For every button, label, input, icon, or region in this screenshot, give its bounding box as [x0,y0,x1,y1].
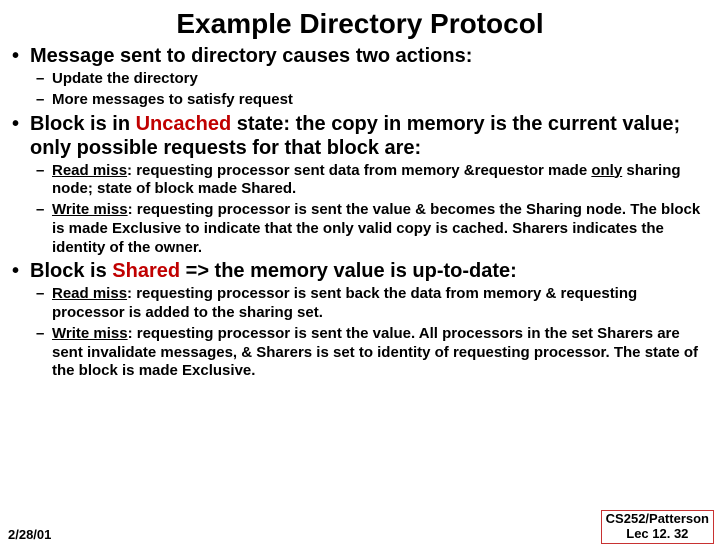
footer-course-box: CS252/Patterson Lec 12. 32 [601,510,714,544]
bullet-shared: Block is Shared => the memory value is u… [30,259,710,283]
sub-uncached-write-miss: Write miss: requesting processor is sent… [52,201,708,257]
shared-post: => the memory value is up-to-date: [180,260,517,282]
sub-more-messages: More messages to satisfy request [52,91,708,110]
footer-course: CS252/Patterson [606,511,709,526]
read-miss-text: : requesting processor sent data from me… [127,162,591,179]
write-miss-label: Write miss [52,201,128,218]
shared-read-miss-label: Read miss [52,285,127,302]
footer-lecture: Lec 12. 32 [626,526,688,541]
sub-update-directory: Update the directory [52,70,708,89]
write-miss-text: : requesting processor is sent the value… [52,201,700,256]
uncached-pre: Block is in [30,113,136,135]
bullet-uncached: Block is in Uncached state: the copy in … [30,112,710,160]
shared-write-miss-text: : requesting processor is sent the value… [52,325,698,380]
shared-write-miss-label: Write miss [52,325,128,342]
only-word: only [591,162,622,179]
sub-shared-read-miss: Read miss: requesting processor is sent … [52,285,708,323]
sub-shared-write-miss: Write miss: requesting processor is sent… [52,325,708,381]
bullet-actions: Message sent to directory causes two act… [30,44,710,68]
uncached-term: Uncached [136,113,232,135]
shared-term: Shared [112,260,180,282]
slide-title: Example Directory Protocol [0,8,720,40]
read-miss-label: Read miss [52,162,127,179]
shared-pre: Block is [30,260,112,282]
sub-uncached-read-miss: Read miss: requesting processor sent dat… [52,162,708,200]
shared-read-miss-text: : requesting processor is sent back the … [52,285,637,321]
